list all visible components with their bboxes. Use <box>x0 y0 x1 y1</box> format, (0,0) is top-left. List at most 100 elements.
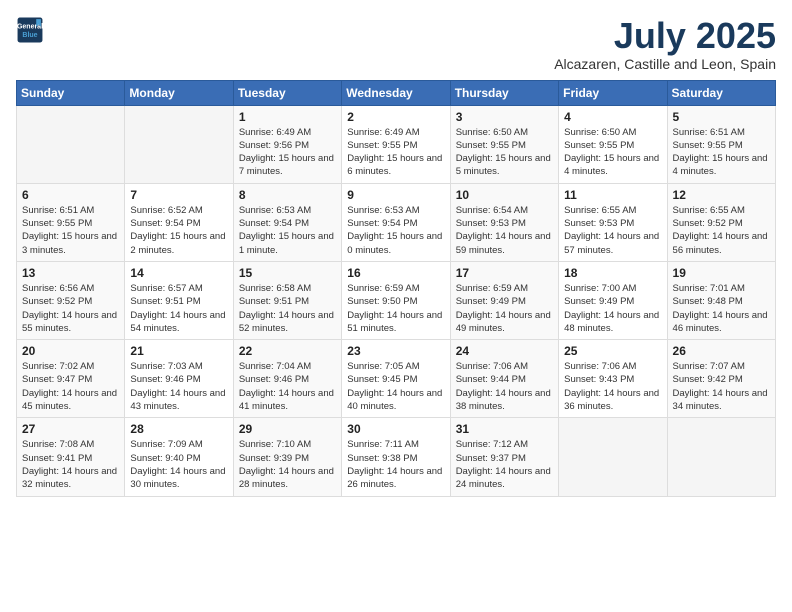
day-info: Sunrise: 6:50 AMSunset: 9:55 PMDaylight:… <box>564 126 661 179</box>
day-number: 25 <box>564 344 661 358</box>
calendar-cell: 1 Sunrise: 6:49 AMSunset: 9:56 PMDaylight… <box>233 105 341 183</box>
day-number: 13 <box>22 266 119 280</box>
day-info: Sunrise: 7:06 AMSunset: 9:44 PMDaylight:… <box>456 360 553 413</box>
location-subtitle: Alcazaren, Castille and Leon, Spain <box>554 56 776 72</box>
day-number: 9 <box>347 188 444 202</box>
calendar-cell: 12Sunrise: 6:55 AMSunset: 9:52 PMDayligh… <box>667 183 775 261</box>
calendar-cell: 15 Sunrise: 6:58 AMSunset: 9:51 PMDayligh… <box>233 261 341 339</box>
calendar-cell: 30 Sunrise: 7:11 AMSunset: 9:38 PMDayligh… <box>342 418 450 496</box>
calendar-cell: 16 Sunrise: 6:59 AMSunset: 9:50 PMDayligh… <box>342 261 450 339</box>
day-number: 23 <box>347 344 444 358</box>
day-number: 27 <box>22 422 119 436</box>
weekday-header: Thursday <box>450 80 558 105</box>
day-number: 8 <box>239 188 336 202</box>
day-number: 11 <box>564 188 661 202</box>
weekday-header: Monday <box>125 80 233 105</box>
day-number: 10 <box>456 188 553 202</box>
calendar-cell: 31 Sunrise: 7:12 AMSunset: 9:37 PMDayligh… <box>450 418 558 496</box>
calendar-cell: 23 Sunrise: 7:05 AMSunset: 9:45 PMDayligh… <box>342 340 450 418</box>
calendar-cell: 25 Sunrise: 7:06 AMSunset: 9:43 PMDayligh… <box>559 340 667 418</box>
day-info: Sunrise: 7:06 AMSunset: 9:43 PMDaylight:… <box>564 360 661 413</box>
calendar-header-row: SundayMondayTuesdayWednesdayThursdayFrid… <box>17 80 776 105</box>
logo-icon: General Blue <box>16 16 44 44</box>
calendar-cell: 2 Sunrise: 6:49 AMSunset: 9:55 PMDaylight… <box>342 105 450 183</box>
calendar-cell: 10 Sunrise: 6:54 AMSunset: 9:53 PMDayligh… <box>450 183 558 261</box>
day-info: Sunrise: 7:03 AMSunset: 9:46 PMDaylight:… <box>130 360 227 413</box>
day-number: 17 <box>456 266 553 280</box>
logo: General Blue <box>16 16 44 44</box>
day-info: Sunrise: 6:59 AMSunset: 9:50 PMDaylight:… <box>347 282 444 335</box>
day-number: 31 <box>456 422 553 436</box>
day-number: 22 <box>239 344 336 358</box>
calendar-cell: 8 Sunrise: 6:53 AMSunset: 9:54 PMDaylight… <box>233 183 341 261</box>
day-info: Sunrise: 7:12 AMSunset: 9:37 PMDaylight:… <box>456 438 553 491</box>
day-number: 21 <box>130 344 227 358</box>
calendar-cell: 20Sunrise: 7:02 AMSunset: 9:47 PMDayligh… <box>17 340 125 418</box>
day-number: 15 <box>239 266 336 280</box>
calendar-table: SundayMondayTuesdayWednesdayThursdayFrid… <box>16 80 776 497</box>
day-number: 7 <box>130 188 227 202</box>
day-number: 19 <box>673 266 770 280</box>
month-title: July 2025 <box>554 16 776 56</box>
svg-text:Blue: Blue <box>22 32 37 39</box>
calendar-cell: 21 Sunrise: 7:03 AMSunset: 9:46 PMDayligh… <box>125 340 233 418</box>
day-info: Sunrise: 7:11 AMSunset: 9:38 PMDaylight:… <box>347 438 444 491</box>
calendar-cell: 11 Sunrise: 6:55 AMSunset: 9:53 PMDayligh… <box>559 183 667 261</box>
calendar-cell: 3Sunrise: 6:50 AMSunset: 9:55 PMDaylight… <box>450 105 558 183</box>
day-number: 30 <box>347 422 444 436</box>
day-number: 26 <box>673 344 770 358</box>
calendar-cell: 13 Sunrise: 6:56 AMSunset: 9:52 PMDayligh… <box>17 261 125 339</box>
day-number: 29 <box>239 422 336 436</box>
calendar-cell: 24 Sunrise: 7:06 AMSunset: 9:44 PMDayligh… <box>450 340 558 418</box>
calendar-cell <box>17 105 125 183</box>
day-info: Sunrise: 7:00 AMSunset: 9:49 PMDaylight:… <box>564 282 661 335</box>
calendar-week-row: 6 Sunrise: 6:51 AMSunset: 9:55 PMDaylight… <box>17 183 776 261</box>
day-info: Sunrise: 7:01 AMSunset: 9:48 PMDaylight:… <box>673 282 770 335</box>
day-info: Sunrise: 6:55 AMSunset: 9:52 PMDaylight:… <box>673 204 770 257</box>
day-info: Sunrise: 6:56 AMSunset: 9:52 PMDaylight:… <box>22 282 119 335</box>
calendar-cell: 27Sunrise: 7:08 AMSunset: 9:41 PMDayligh… <box>17 418 125 496</box>
day-info: Sunrise: 7:05 AMSunset: 9:45 PMDaylight:… <box>347 360 444 413</box>
page-header: General Blue July 2025 Alcazaren, Castil… <box>16 16 776 72</box>
day-number: 16 <box>347 266 444 280</box>
day-number: 28 <box>130 422 227 436</box>
day-number: 18 <box>564 266 661 280</box>
day-number: 24 <box>456 344 553 358</box>
day-info: Sunrise: 7:07 AMSunset: 9:42 PMDaylight:… <box>673 360 770 413</box>
calendar-cell: 29Sunrise: 7:10 AMSunset: 9:39 PMDayligh… <box>233 418 341 496</box>
day-info: Sunrise: 6:54 AMSunset: 9:53 PMDaylight:… <box>456 204 553 257</box>
day-info: Sunrise: 6:50 AMSunset: 9:55 PMDaylight:… <box>456 126 553 179</box>
calendar-cell <box>667 418 775 496</box>
day-info: Sunrise: 7:09 AMSunset: 9:40 PMDaylight:… <box>130 438 227 491</box>
calendar-week-row: 20Sunrise: 7:02 AMSunset: 9:47 PMDayligh… <box>17 340 776 418</box>
weekday-header: Tuesday <box>233 80 341 105</box>
calendar-week-row: 1 Sunrise: 6:49 AMSunset: 9:56 PMDaylight… <box>17 105 776 183</box>
day-info: Sunrise: 6:51 AMSunset: 9:55 PMDaylight:… <box>22 204 119 257</box>
day-number: 4 <box>564 110 661 124</box>
calendar-week-row: 27Sunrise: 7:08 AMSunset: 9:41 PMDayligh… <box>17 418 776 496</box>
title-block: July 2025 Alcazaren, Castille and Leon, … <box>554 16 776 72</box>
day-info: Sunrise: 6:53 AMSunset: 9:54 PMDaylight:… <box>239 204 336 257</box>
day-info: Sunrise: 6:55 AMSunset: 9:53 PMDaylight:… <box>564 204 661 257</box>
day-info: Sunrise: 6:59 AMSunset: 9:49 PMDaylight:… <box>456 282 553 335</box>
weekday-header: Sunday <box>17 80 125 105</box>
calendar-cell: 4 Sunrise: 6:50 AMSunset: 9:55 PMDaylight… <box>559 105 667 183</box>
day-info: Sunrise: 6:49 AMSunset: 9:56 PMDaylight:… <box>239 126 336 179</box>
day-number: 5 <box>673 110 770 124</box>
calendar-cell: 18 Sunrise: 7:00 AMSunset: 9:49 PMDayligh… <box>559 261 667 339</box>
day-number: 14 <box>130 266 227 280</box>
day-info: Sunrise: 6:57 AMSunset: 9:51 PMDaylight:… <box>130 282 227 335</box>
calendar-cell: 28 Sunrise: 7:09 AMSunset: 9:40 PMDayligh… <box>125 418 233 496</box>
calendar-cell <box>559 418 667 496</box>
calendar-cell: 9Sunrise: 6:53 AMSunset: 9:54 PMDaylight… <box>342 183 450 261</box>
calendar-cell: 14 Sunrise: 6:57 AMSunset: 9:51 PMDayligh… <box>125 261 233 339</box>
day-number: 2 <box>347 110 444 124</box>
day-info: Sunrise: 6:58 AMSunset: 9:51 PMDaylight:… <box>239 282 336 335</box>
day-number: 1 <box>239 110 336 124</box>
calendar-cell: 7 Sunrise: 6:52 AMSunset: 9:54 PMDaylight… <box>125 183 233 261</box>
calendar-cell: 26 Sunrise: 7:07 AMSunset: 9:42 PMDayligh… <box>667 340 775 418</box>
day-info: Sunrise: 6:52 AMSunset: 9:54 PMDaylight:… <box>130 204 227 257</box>
day-number: 6 <box>22 188 119 202</box>
calendar-cell: 5Sunrise: 6:51 AMSunset: 9:55 PMDaylight… <box>667 105 775 183</box>
day-info: Sunrise: 6:49 AMSunset: 9:55 PMDaylight:… <box>347 126 444 179</box>
